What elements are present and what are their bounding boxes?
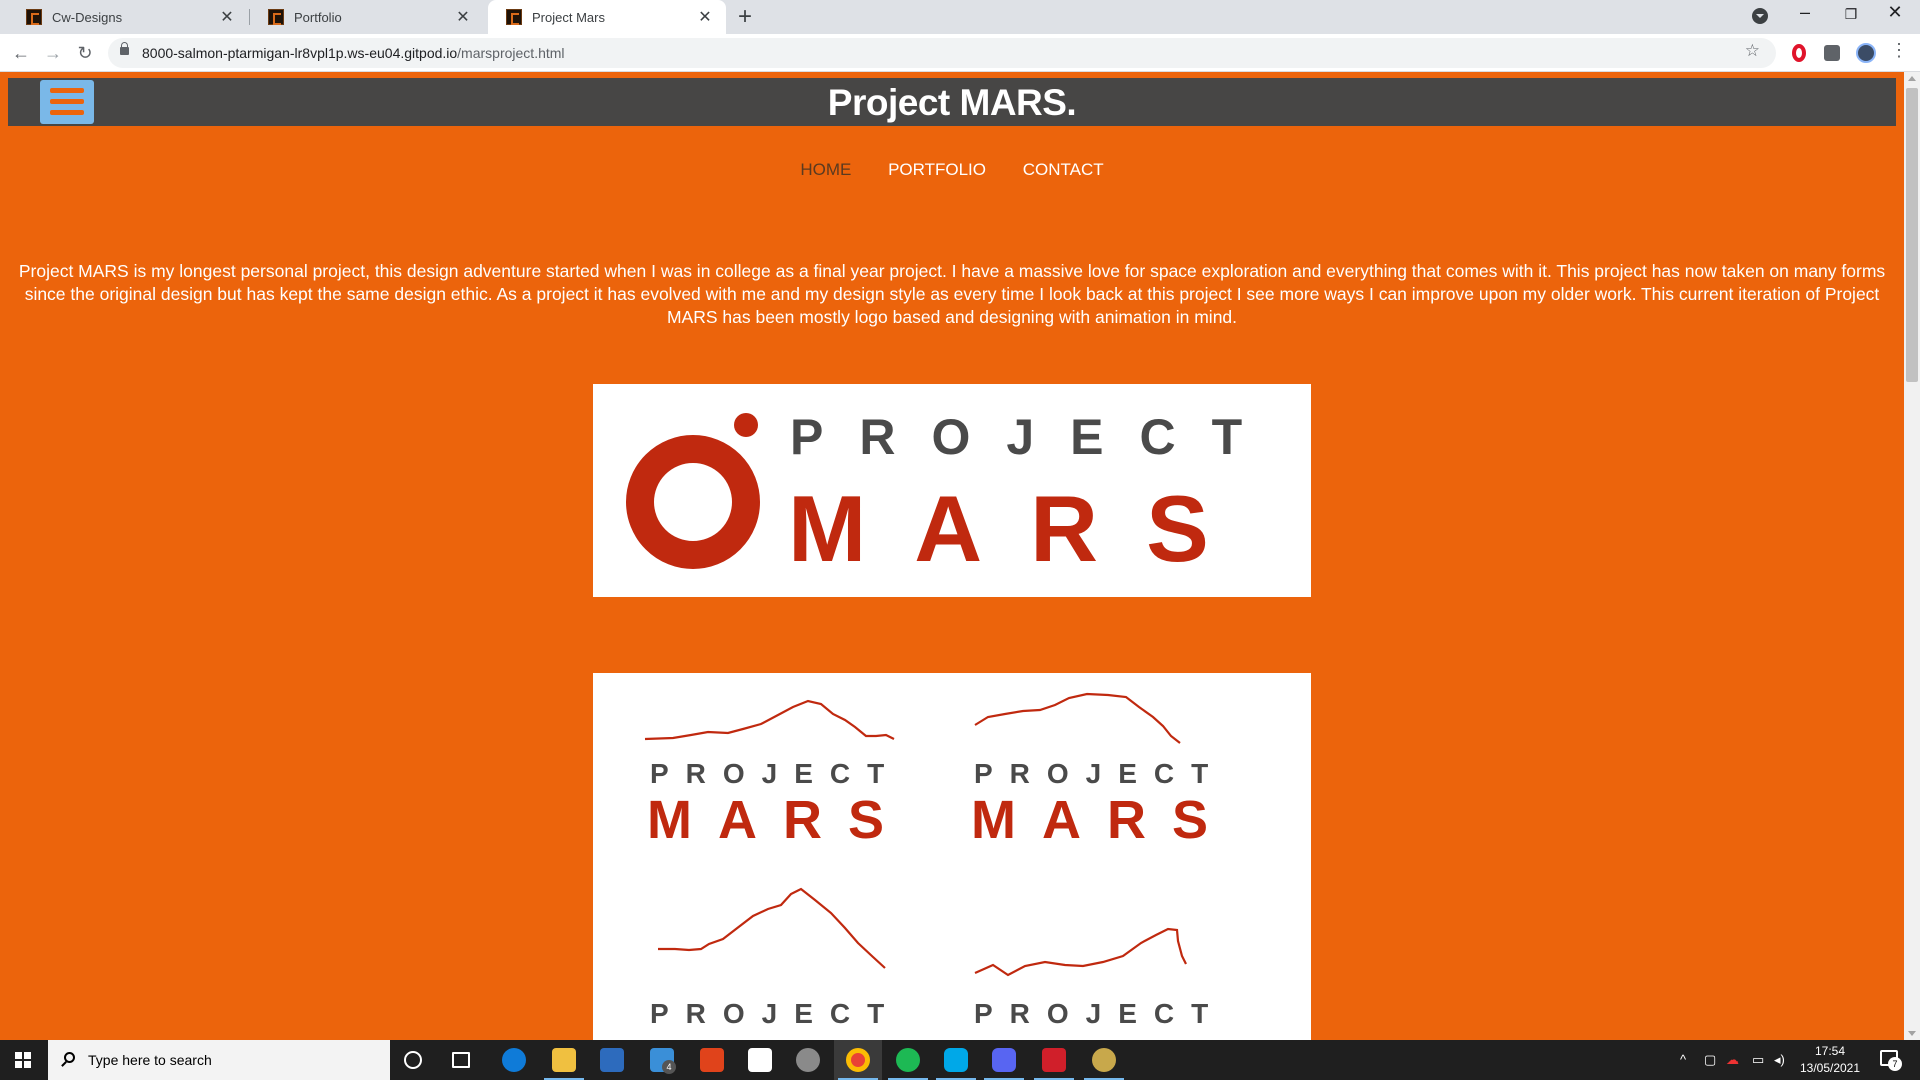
moon-dot-shape <box>734 413 758 437</box>
browser-tab-portfolio[interactable]: Portfolio ✕ <box>250 0 484 34</box>
browser-tab-strip: Cw-Designs ✕ Portfolio ✕ Project Mars ✕ … <box>0 0 1920 34</box>
variant-1-mars-text: MARS <box>647 790 910 850</box>
mountain-ridge-line-3 <box>658 887 886 969</box>
close-window-icon[interactable]: ✕ <box>1872 2 1918 23</box>
office-icon[interactable] <box>700 1048 724 1072</box>
reload-icon[interactable]: ↻ <box>72 40 98 66</box>
onedrive-icon[interactable]: ☁ <box>1726 1052 1739 1068</box>
windows-taskbar: Type here to search 4 ^ ▢ ☁ ▭ ◂) 17:54 1… <box>0 1040 1920 1080</box>
store-icon[interactable] <box>600 1048 624 1072</box>
tab-title: Portfolio <box>294 9 342 25</box>
scroll-down-icon[interactable] <box>1908 1031 1916 1036</box>
extensions-puzzle-icon[interactable] <box>1824 45 1840 61</box>
variant-2-project-text: PROJECT <box>974 758 1225 789</box>
back-icon[interactable]: ← <box>8 40 34 66</box>
project-mars-logo-image: PROJECT MARS <box>593 384 1311 597</box>
browser-toolbar: ← → ↻ 8000-salmon-ptarmigan-lr8vpl1p.ws-… <box>0 34 1920 72</box>
discord-icon[interactable] <box>992 1048 1016 1072</box>
network-icon[interactable]: ▭ <box>1752 1052 1764 1068</box>
cortana-icon[interactable] <box>404 1051 422 1069</box>
logo-variations-image: PROJECT MARS PROJECT MARS PROJECT MARS P… <box>593 673 1311 1040</box>
taskbar-search-placeholder: Type here to search <box>88 1052 212 1068</box>
variant-3-mars-text: MARS <box>647 1030 910 1040</box>
close-tab-icon[interactable]: ✕ <box>454 7 472 27</box>
url-text[interactable]: 8000-salmon-ptarmigan-lr8vpl1p.ws-eu04.g… <box>142 45 565 61</box>
chrome-icon[interactable] <box>846 1048 870 1072</box>
page-title: Project MARS. <box>827 82 1077 123</box>
clock-time: 17:54 <box>1814 1044 1846 1058</box>
close-tab-icon[interactable]: ✕ <box>218 7 236 27</box>
new-tab-button[interactable]: + <box>738 3 752 31</box>
taskbar-clock[interactable]: 17:54 13/05/2021 <box>1790 1043 1870 1077</box>
tab-search-icon[interactable] <box>1752 8 1768 24</box>
task-view-icon[interactable] <box>452 1052 470 1068</box>
scrollbar-thumb[interactable] <box>1906 88 1918 382</box>
bookmark-star-icon[interactable]: ☆ <box>1745 41 1760 61</box>
mountain-ridge-line-1 <box>644 699 895 741</box>
site-header: Project MARS. <box>8 78 1896 126</box>
league-client-icon[interactable] <box>1092 1048 1116 1072</box>
mail-icon[interactable]: 4 <box>650 1048 676 1074</box>
device-icon[interactable]: ▢ <box>1704 1052 1716 1068</box>
browser-tab-project-mars[interactable]: Project Mars ✕ <box>488 0 726 34</box>
page-scrollbar[interactable] <box>1904 72 1920 1040</box>
volume-icon[interactable]: ◂) <box>1774 1052 1785 1068</box>
app-icon[interactable] <box>796 1048 820 1072</box>
intro-paragraph: Project MARS is my longest personal proj… <box>18 261 1886 327</box>
clock-date: 13/05/2021 <box>1799 1061 1861 1075</box>
url-path: /marsproject.html <box>457 45 565 61</box>
project-mars-logo-graphic: PROJECT MARS <box>626 409 1278 581</box>
notification-badge: 7 <box>1888 1057 1902 1071</box>
mail-badge: 4 <box>662 1060 676 1074</box>
close-tab-icon[interactable]: ✕ <box>696 7 714 27</box>
logo-variations-graphic: PROJECT MARS PROJECT MARS PROJECT MARS P… <box>644 692 1234 1040</box>
browser-menu-icon[interactable]: ⋮ <box>1890 40 1908 61</box>
nav-link-contact[interactable]: CONTACT <box>1023 160 1104 180</box>
favicon-icon <box>26 9 42 25</box>
url-host: 8000-salmon-ptarmigan-lr8vpl1p.ws-eu04.g… <box>142 45 458 61</box>
variant-3-project-text: PROJECT <box>650 998 901 1029</box>
logo-mars-text: MARS <box>788 476 1257 581</box>
nav-link-home[interactable]: HOME <box>800 160 851 180</box>
nav-link-portfolio[interactable]: PORTFOLIO <box>888 160 986 180</box>
variant-2-mars-text: MARS <box>971 790 1234 850</box>
minimize-icon[interactable]: – <box>1782 2 1828 23</box>
scroll-up-icon[interactable] <box>1908 76 1916 81</box>
variant-1-project-text: PROJECT <box>650 758 901 789</box>
browser-tab-cw-designs[interactable]: Cw-Designs ✕ <box>8 0 248 34</box>
logo-project-text: PROJECT <box>790 409 1278 465</box>
taskbar-search-box[interactable]: Type here to search <box>48 1040 390 1080</box>
profile-avatar[interactable] <box>1856 43 1876 63</box>
restore-icon[interactable]: ❐ <box>1828 6 1874 23</box>
mountain-ridge-line-2 <box>974 692 1181 744</box>
skype-icon[interactable] <box>944 1048 968 1072</box>
tray-overflow-icon[interactable]: ^ <box>1680 1052 1686 1067</box>
site-nav: HOME PORTFOLIO CONTACT <box>0 160 1904 180</box>
address-bar[interactable]: 8000-salmon-ptarmigan-lr8vpl1p.ws-eu04.g… <box>108 38 1776 68</box>
edge-icon[interactable] <box>502 1048 526 1072</box>
spotify-icon[interactable] <box>896 1048 920 1072</box>
search-icon <box>64 1052 75 1063</box>
favicon-icon <box>268 9 284 25</box>
game-launcher-icon[interactable] <box>1042 1048 1066 1072</box>
windows-start-icon[interactable] <box>15 1052 31 1068</box>
tab-title: Cw-Designs <box>52 9 123 25</box>
forward-icon[interactable]: → <box>40 40 66 66</box>
notification-center-icon[interactable]: 7 <box>1880 1050 1902 1071</box>
planet-ring-shape <box>626 435 760 569</box>
mountain-ridge-line-4 <box>974 927 1187 977</box>
variant-4-project-text: PROJECT <box>974 998 1225 1029</box>
variant-4-mars-text: MARS <box>971 1030 1234 1040</box>
page-viewport: Project MARS. HOME PORTFOLIO CONTACT Pro… <box>0 72 1904 1040</box>
tab-title: Project Mars <box>532 9 605 25</box>
favicon-icon <box>506 9 522 25</box>
lock-icon[interactable] <box>120 42 129 55</box>
opera-extension-icon[interactable] <box>1792 44 1806 62</box>
file-explorer-icon[interactable] <box>552 1048 576 1072</box>
game-app-icon[interactable] <box>748 1048 772 1072</box>
